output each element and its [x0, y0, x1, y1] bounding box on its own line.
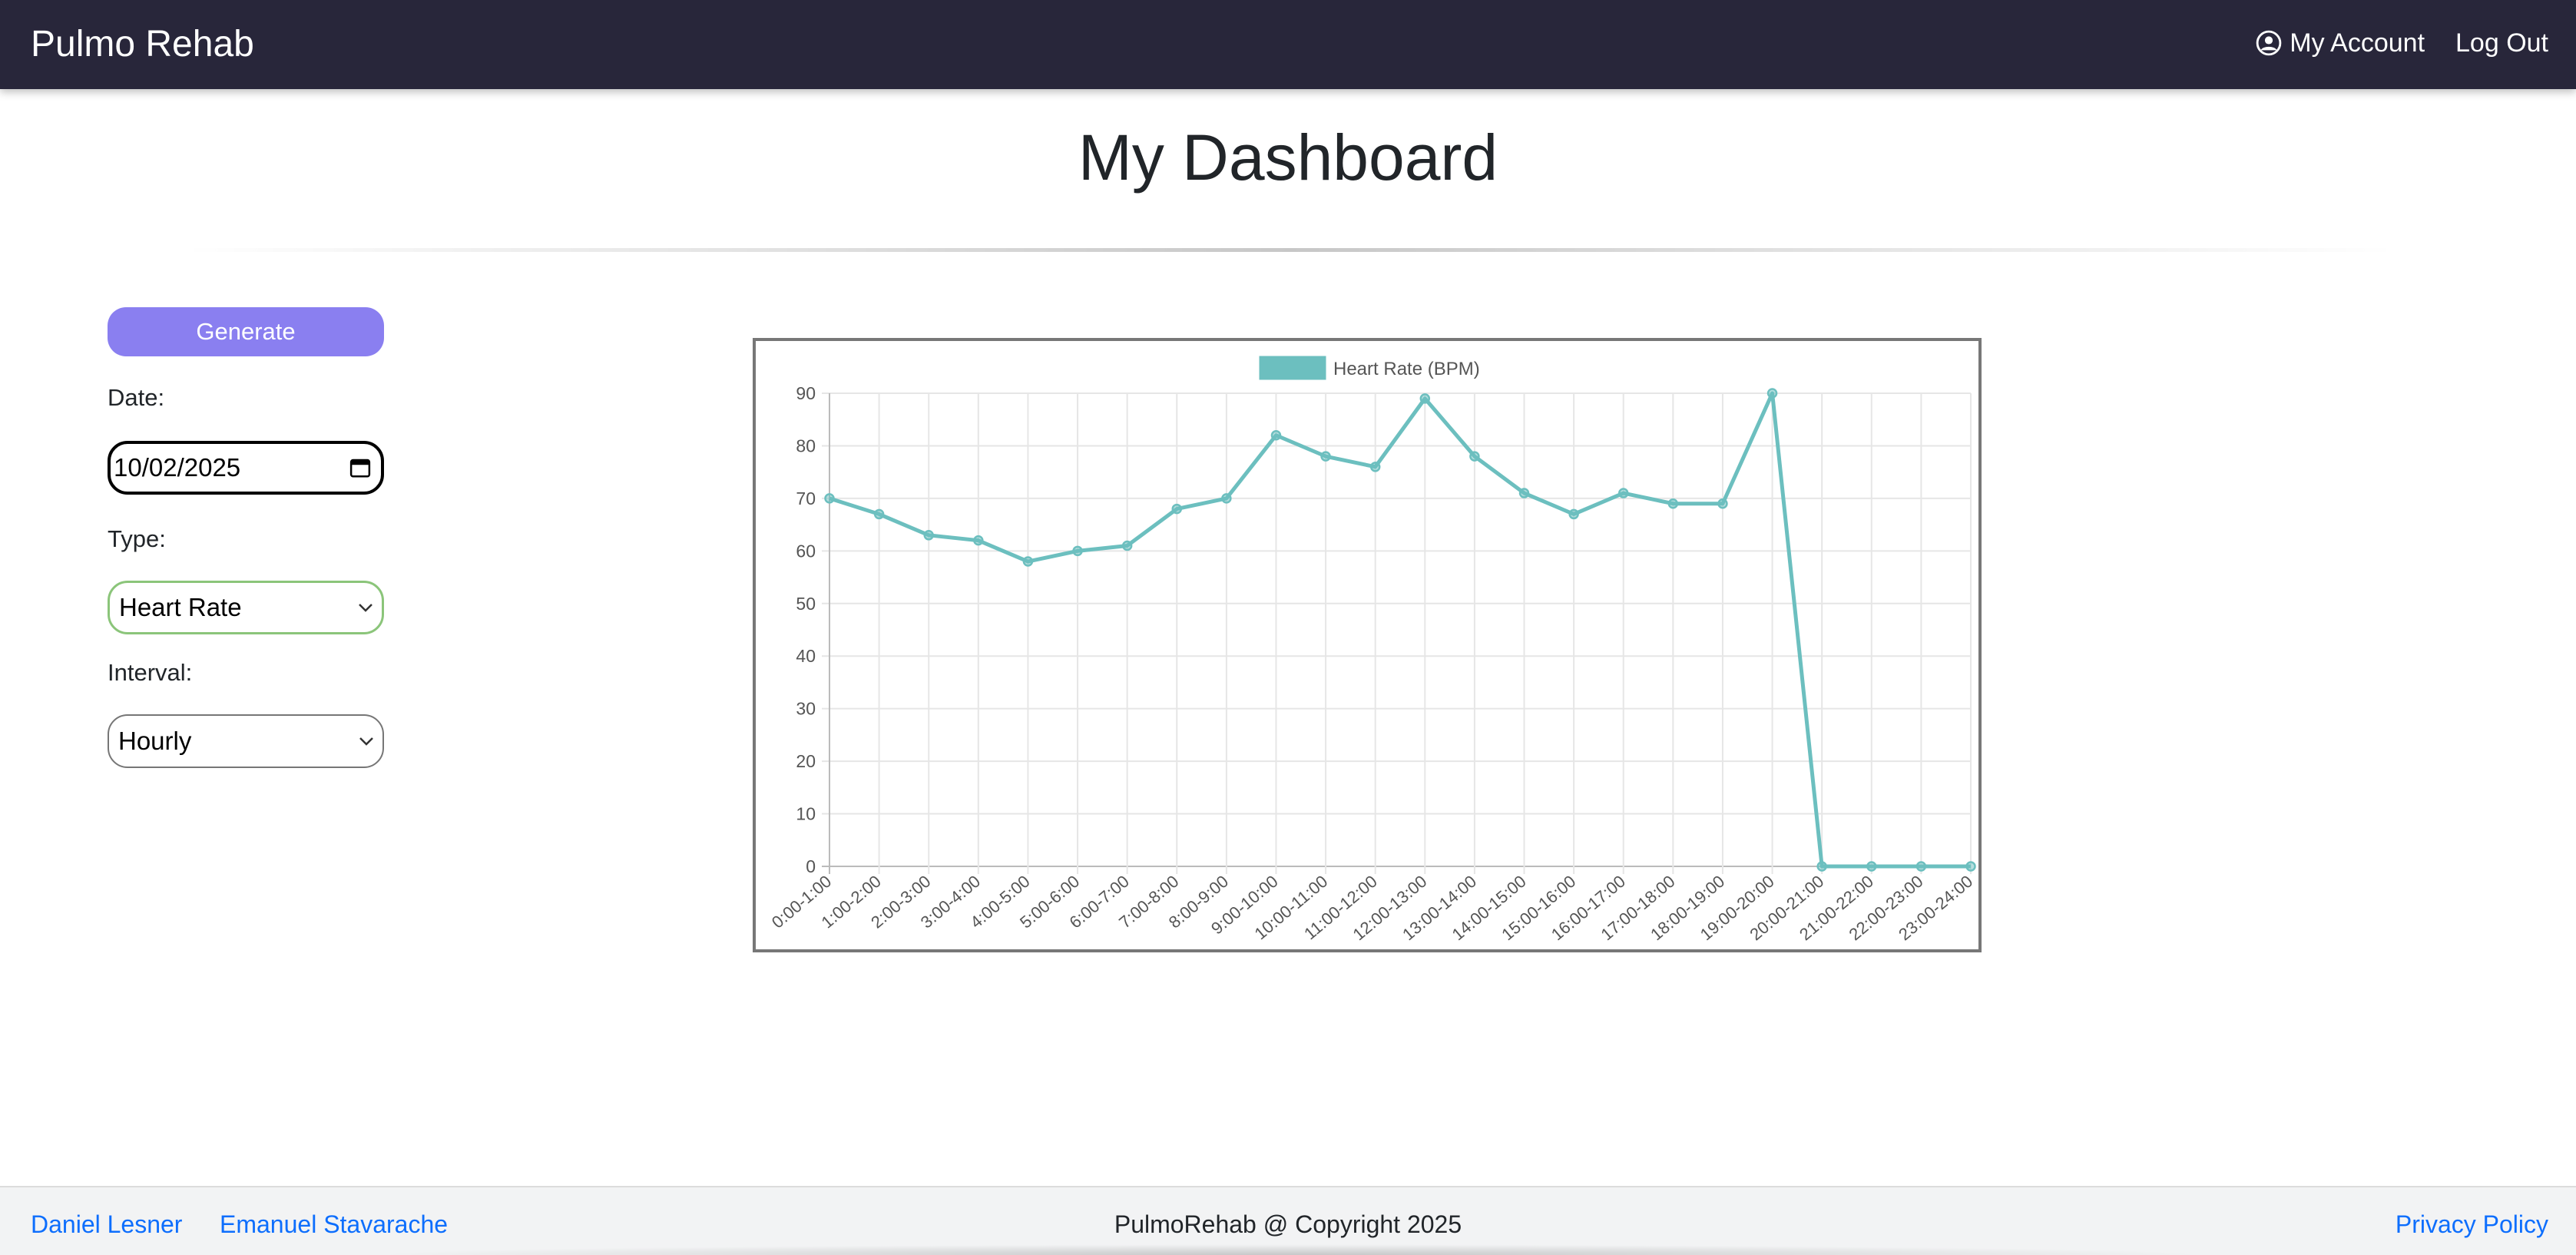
- data-point: [1369, 462, 1381, 472]
- interval-label: Interval:: [108, 659, 193, 686]
- data-point: [1121, 540, 1133, 551]
- y-tick-label: 20: [796, 751, 816, 771]
- brand-link[interactable]: Pulmo Rehab: [31, 22, 254, 68]
- date-label: Date:: [108, 384, 165, 411]
- data-point: [1419, 393, 1431, 404]
- y-tick-label: 40: [796, 646, 816, 666]
- chevron-down-icon: [359, 737, 373, 746]
- copyright-text: PulmoRehab @ Copyright 2025: [1114, 1210, 1462, 1238]
- type-value: Heart Rate: [119, 593, 242, 621]
- data-point: [1022, 556, 1034, 567]
- data-point: [1320, 451, 1331, 462]
- privacy-policy-link[interactable]: Privacy Policy: [2396, 1209, 2548, 1240]
- calendar-icon[interactable]: [349, 456, 372, 479]
- data-point: [1766, 388, 1778, 399]
- data-point: [1816, 861, 1827, 872]
- data-point: [1915, 861, 1927, 872]
- data-point: [1221, 493, 1232, 504]
- data-point: [1667, 498, 1679, 509]
- my-account-link[interactable]: My Account: [2256, 23, 2425, 63]
- y-tick-label: 10: [796, 804, 816, 824]
- type-label: Type:: [108, 525, 166, 552]
- y-tick-label: 70: [796, 488, 816, 508]
- navbar: Pulmo Rehab My Account Log Out: [0, 0, 2576, 89]
- data-point: [923, 530, 934, 541]
- data-point: [1568, 508, 1579, 520]
- data-point: [1171, 503, 1183, 515]
- series-line: [829, 391, 1971, 869]
- data-point: [973, 535, 984, 546]
- data-point: [873, 508, 885, 520]
- chevron-down-icon: [359, 604, 372, 612]
- footer: Daniel Lesner Emanuel Stavarache PulmoRe…: [0, 1186, 2576, 1255]
- my-account-label: My Account: [2290, 28, 2425, 58]
- page-title: My Dashboard: [1078, 121, 1498, 194]
- user-circle-icon: [2256, 30, 2282, 56]
- y-tick-label: 90: [796, 383, 816, 403]
- data-point: [1965, 861, 1976, 872]
- chart-canvas: 01020304050607080900:00-1:001:00-2:002:0…: [768, 356, 1976, 944]
- data-point: [1866, 861, 1877, 872]
- date-value: 10/02/2025: [114, 453, 241, 482]
- data-point: [1518, 488, 1530, 498]
- legend-swatch: [1259, 356, 1326, 380]
- logout-link[interactable]: Log Out: [2455, 23, 2548, 63]
- legend-label: Heart Rate (BPM): [1333, 359, 1480, 379]
- interval-value: Hourly: [118, 727, 192, 755]
- divider: [184, 248, 2396, 252]
- heart-rate-chart: 0 10 20 30 40 50 60 70 80 90 0:00-1:00 1:00-2:00 2:0…: [753, 338, 1982, 952]
- nav-right: My Account Log Out: [2256, 23, 2548, 63]
- y-tick-label: 50: [796, 594, 816, 614]
- data-point: [824, 493, 835, 504]
- data-point: [1270, 430, 1282, 441]
- data-point: [1072, 545, 1083, 557]
- y-tick-label: 60: [796, 541, 816, 561]
- y-tick-label: 0: [806, 856, 816, 876]
- interval-select[interactable]: Hourly: [108, 714, 384, 768]
- generate-button[interactable]: Generate: [108, 307, 384, 356]
- data-point: [1469, 451, 1480, 462]
- type-select[interactable]: Heart Rate: [108, 581, 384, 634]
- y-tick-label: 30: [796, 699, 816, 719]
- data-point: [1617, 488, 1629, 498]
- data-point: [1717, 498, 1728, 509]
- y-tick-label: 80: [796, 435, 816, 455]
- date-input[interactable]: 10/02/2025: [108, 441, 384, 495]
